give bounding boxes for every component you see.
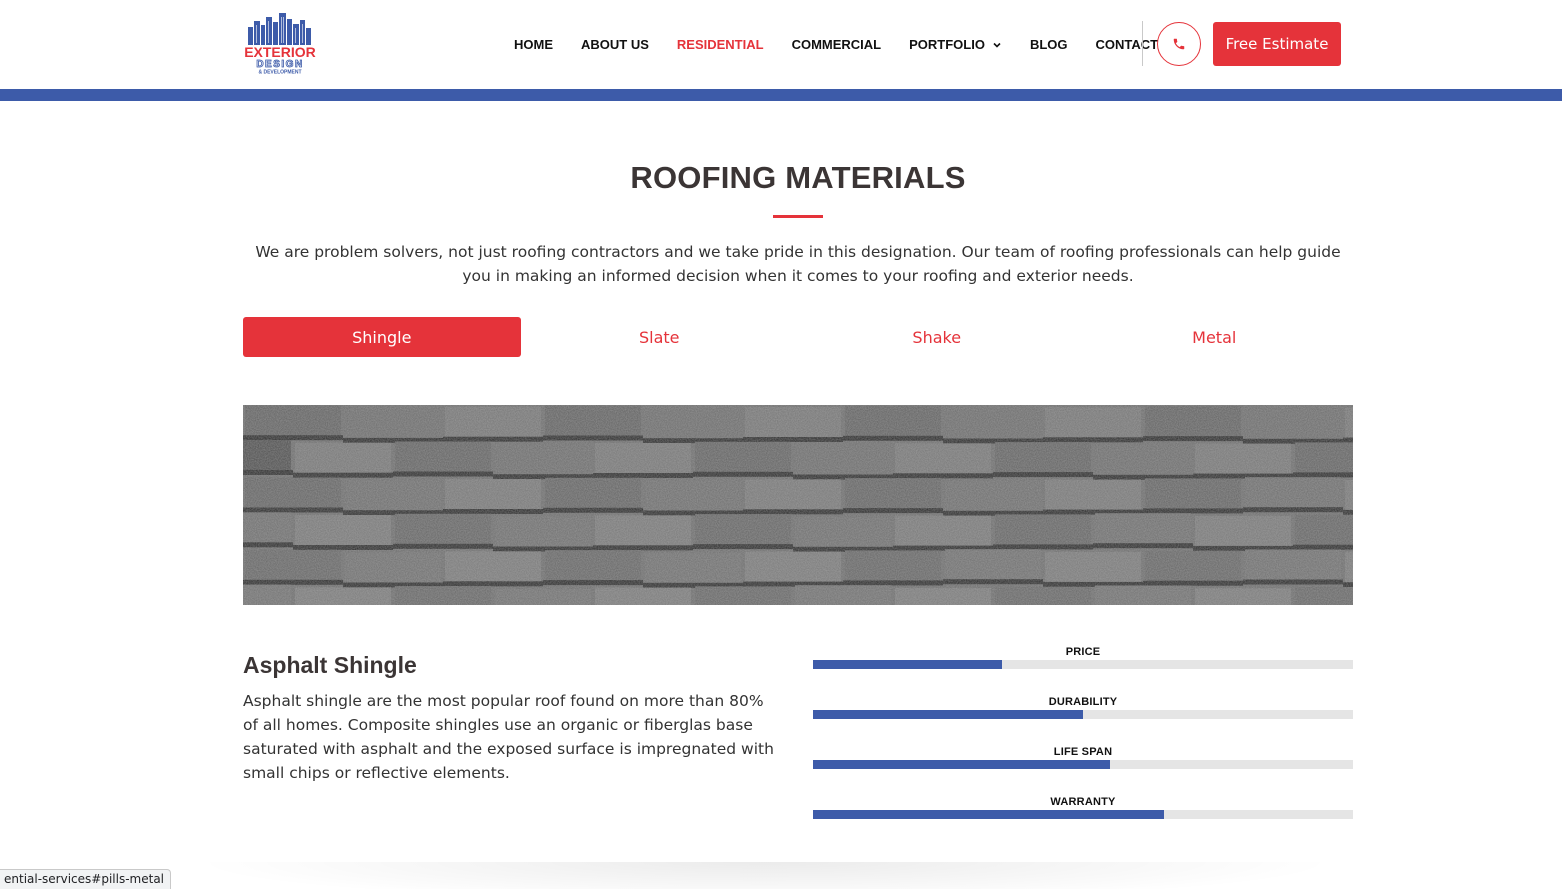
site-header: EXTERIOR DESIGN & DEVELOPMENT HOME ABOUT…	[0, 0, 1562, 89]
nav-contact-label: CONTACT	[1095, 37, 1159, 52]
nav-residential-label: RESIDENTIAL	[676, 37, 764, 52]
nav-blog-label: BLOG	[1029, 37, 1068, 52]
status-bar-url: ential-services#pills-metal	[0, 869, 172, 889]
rating-fill	[813, 710, 1083, 719]
nav-about-us-label: ABOUT US	[581, 37, 649, 52]
header-accent-bar	[0, 89, 1562, 101]
rating-track	[813, 710, 1353, 719]
nav-divider	[1142, 21, 1143, 66]
rating-fill	[813, 660, 1002, 669]
nav-commercial-label: COMMERCIAL	[791, 37, 882, 52]
rating-fill	[813, 760, 1110, 769]
nav-residential[interactable]: RESIDENTIAL	[677, 37, 764, 52]
material-title: Asphalt Shingle	[243, 652, 417, 678]
rating-label: WARRANTY	[1050, 796, 1116, 808]
nav-about-us[interactable]: ABOUT US	[581, 37, 649, 52]
nav-commercial[interactable]: COMMERCIAL	[792, 37, 882, 52]
company-logo[interactable]: EXTERIOR DESIGN & DEVELOPMENT	[242, 13, 318, 75]
rating-fill	[813, 810, 1164, 819]
material-description: Asphalt shingle are the most popular roo…	[243, 692, 774, 782]
nav-portfolio[interactable]: PORTFOLIO	[909, 37, 1002, 52]
tab-shingle[interactable]: Shingle	[243, 317, 521, 357]
rating-durability: DURABILITY	[813, 690, 1353, 740]
title-underline	[773, 215, 823, 218]
rating-price: PRICE	[813, 640, 1353, 690]
tab-shake[interactable]: Shake	[798, 317, 1076, 357]
section-title: ROOFING MATERIALS	[630, 160, 966, 195]
material-tabs: Shingle Slate Shake Metal	[243, 317, 1353, 357]
rating-label: DURABILITY	[1048, 696, 1118, 708]
main-nav: HOME ABOUT US RESIDENTIAL COMMERCIAL POR…	[500, 0, 1172, 89]
rating-track	[813, 660, 1353, 669]
nav-portfolio-label: PORTFOLIO	[909, 37, 985, 52]
nav-contact[interactable]: CONTACT	[1096, 37, 1159, 52]
logo-text-development: & DEVELOPMENT	[258, 70, 301, 76]
free-estimate-button[interactable]: Free Estimate	[1213, 22, 1341, 66]
nav-blog[interactable]: BLOG	[1030, 37, 1068, 52]
rating-label: LIFE SPAN	[1053, 746, 1113, 758]
rating-life-span: LIFE SPAN	[813, 740, 1353, 790]
chevron-down-icon	[993, 42, 1001, 48]
nav-home[interactable]: HOME	[514, 37, 553, 52]
rating-track	[813, 810, 1353, 819]
rating-track	[813, 760, 1353, 769]
rating-label: PRICE	[1065, 646, 1101, 658]
logo-text-design: DESIGN	[256, 59, 303, 70]
phone-icon	[1173, 38, 1185, 50]
rating-warranty: WARRANTY	[813, 790, 1353, 840]
ratings-bars: PRICE DURABILITY LIFE SPAN WARRANTY	[813, 640, 1353, 840]
section-intro: We are problem solvers, not just roofing…	[255, 243, 1341, 285]
next-section-shadow	[190, 862, 1340, 889]
tab-metal[interactable]: Metal	[1076, 317, 1354, 357]
tab-slate[interactable]: Slate	[521, 317, 799, 357]
shingle-texture	[243, 405, 1353, 605]
logo-text-exterior: EXTERIOR	[244, 44, 316, 60]
phone-button[interactable]	[1157, 22, 1201, 66]
nav-home-label: HOME	[514, 37, 553, 52]
shingle-photo	[243, 405, 1353, 605]
